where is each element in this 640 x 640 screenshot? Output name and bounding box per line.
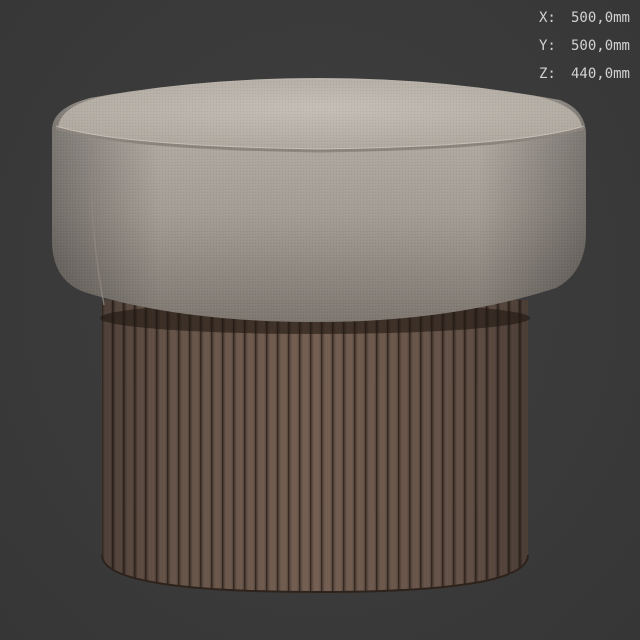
dimension-y: Y: 500,0mm [539, 32, 630, 60]
fluted-wood-base [101, 300, 529, 594]
dimension-z-value: 440,0mm [570, 66, 630, 82]
dimensions-overlay: X: 500,0mm Y: 500,0mm Z: 440,0mm [539, 4, 630, 88]
dimension-x-axis: X: [538, 10, 556, 26]
render-viewport: X: 500,0mm Y: 500,0mm Z: 440,0mm [0, 0, 640, 640]
dimension-z: Z: 440,0mm [539, 60, 630, 88]
dimension-x: X: 500,0mm [539, 4, 630, 32]
pouf-render [52, 78, 586, 594]
upholstered-cushion [52, 78, 586, 322]
dimension-x-value: 500,0mm [570, 10, 630, 26]
dimension-z-axis: Z: [538, 66, 556, 82]
dimension-y-value: 500,0mm [570, 38, 630, 54]
dimension-y-axis: Y: [538, 38, 556, 54]
